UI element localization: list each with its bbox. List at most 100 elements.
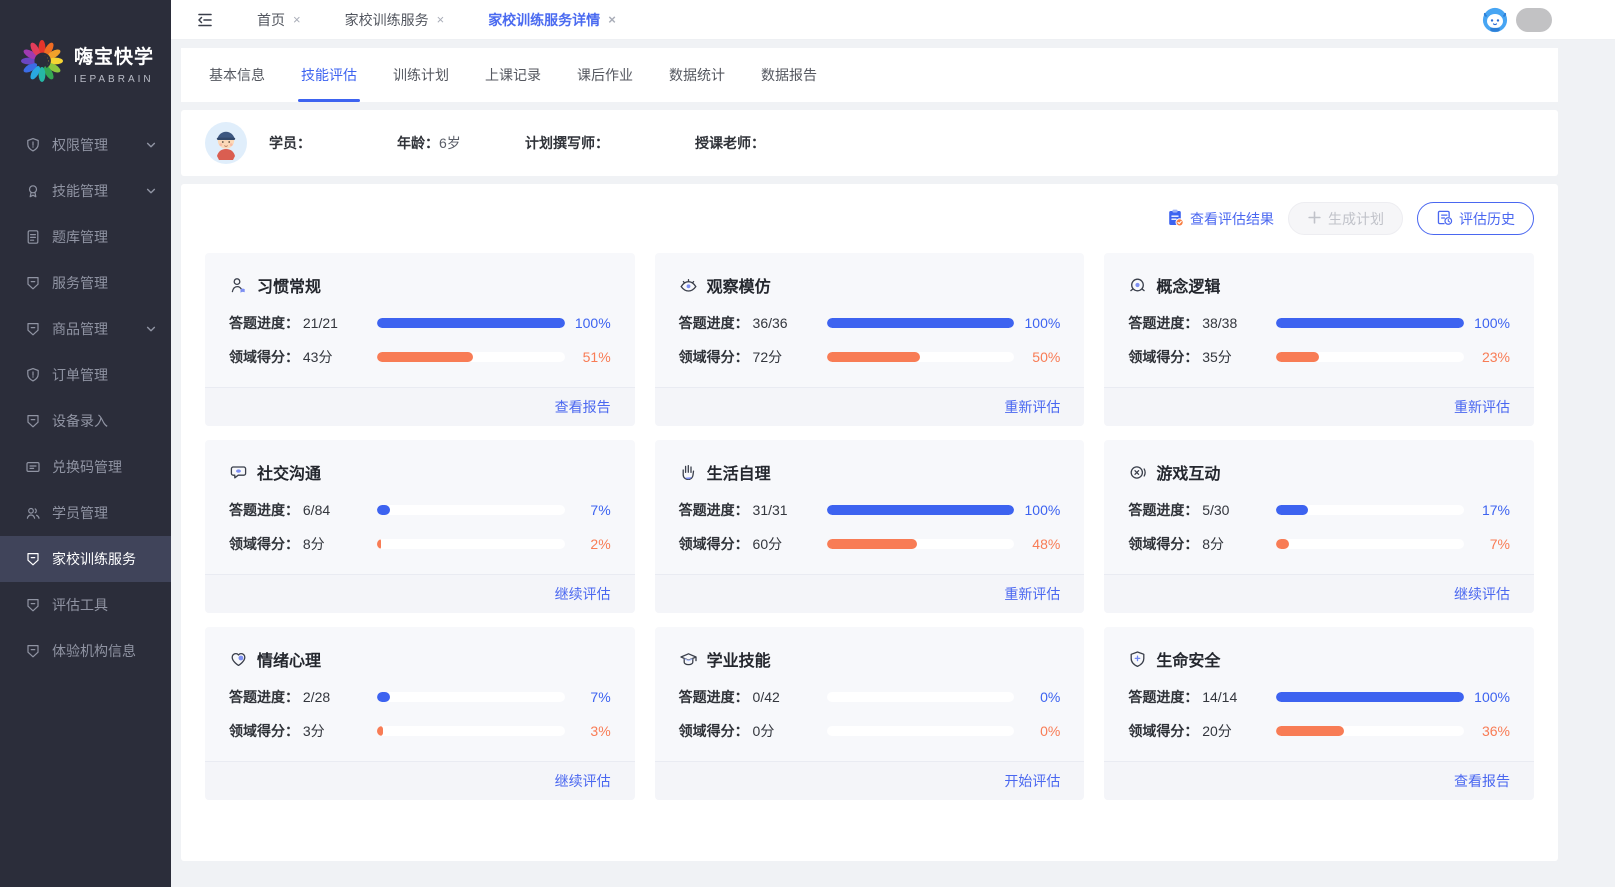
skill-card-footer: 查看报告 bbox=[1104, 761, 1534, 800]
card-action-link[interactable]: 重新评估 bbox=[1004, 586, 1060, 602]
card-action-link[interactable]: 继续评估 bbox=[1454, 586, 1510, 602]
progress-bar-track bbox=[377, 726, 565, 736]
skill-card-body: 生活自理答题进度： 31/31100%领域得分： 60分48% bbox=[655, 440, 1085, 574]
metric-label: 答题进度： 36/36 bbox=[679, 313, 827, 333]
sidebar-item-label: 评估工具 bbox=[52, 595, 157, 615]
skill-card-观察模仿: 观察模仿答题进度： 36/36100%领域得分： 72分50%重新评估 bbox=[655, 253, 1085, 426]
tab-上课记录[interactable]: 上课记录 bbox=[482, 49, 544, 102]
student-field: 授课老师： bbox=[695, 133, 809, 153]
assessment-history-button[interactable]: 评估历史 bbox=[1417, 202, 1534, 235]
sidebar-item-label: 服务管理 bbox=[52, 273, 157, 293]
metric-label: 领域得分： 8分 bbox=[229, 534, 377, 554]
sidebar-item-订单管理[interactable]: 订单管理 bbox=[0, 352, 171, 398]
skill-card-title-row: 概念逻辑 bbox=[1128, 273, 1510, 297]
window-tab-首页[interactable]: 首页× bbox=[257, 10, 301, 30]
tab-数据报告[interactable]: 数据报告 bbox=[758, 49, 820, 102]
card-action-link[interactable]: 开始评估 bbox=[1004, 773, 1060, 789]
sidebar-item-体验机构信息[interactable]: 体验机构信息 bbox=[0, 628, 171, 674]
skill-card-title: 社交沟通 bbox=[257, 460, 321, 484]
card-action-link[interactable]: 查看报告 bbox=[1454, 773, 1510, 789]
sidebar-item-设备录入[interactable]: 设备录入 bbox=[0, 398, 171, 444]
user-avatar[interactable] bbox=[1516, 8, 1552, 32]
close-tab-icon[interactable]: × bbox=[437, 12, 445, 27]
skill-card-body: 社交沟通答题进度： 6/847%领域得分： 8分2% bbox=[205, 440, 635, 574]
student-field-label: 年龄： bbox=[397, 133, 439, 153]
percent-value: 7% bbox=[1464, 536, 1510, 552]
progress-bar-track bbox=[1276, 539, 1464, 549]
collapse-sidebar-icon[interactable] bbox=[195, 10, 215, 30]
skill-card-情绪心理: 情绪心理答题进度： 2/287%领域得分： 3分3%继续评估 bbox=[205, 627, 635, 800]
sidebar-item-商品管理[interactable]: 商品管理 bbox=[0, 306, 171, 352]
metric-label: 领域得分： 43分 bbox=[229, 347, 377, 367]
progress-bar-fill bbox=[377, 318, 565, 328]
sidebar-item-服务管理[interactable]: 服务管理 bbox=[0, 260, 171, 306]
skill-card-社交沟通: 社交沟通答题进度： 6/847%领域得分： 8分2%继续评估 bbox=[205, 440, 635, 613]
sidebar: 嗨宝快学 IEPABRAIN 权限管理技能管理题库管理服务管理商品管理订单管理设… bbox=[0, 0, 171, 887]
topbar-right bbox=[1482, 7, 1552, 33]
progress-bar-fill bbox=[1276, 726, 1344, 736]
progress-bar-track bbox=[827, 318, 1015, 328]
progress-bar-fill bbox=[377, 352, 473, 362]
progress-bar-fill bbox=[1276, 539, 1289, 549]
main-area: 首页× 家校训练服务 × 家校训练服务详情 × bbox=[171, 0, 1615, 887]
metric-label: 领域得分： 72分 bbox=[679, 347, 827, 367]
skill-card-习惯常规: 习惯常规答题进度： 21/21100%领域得分： 43分51%查看报告 bbox=[205, 253, 635, 426]
skill-card-footer: 开始评估 bbox=[655, 761, 1085, 800]
sidebar-item-学员管理[interactable]: 学员管理 bbox=[0, 490, 171, 536]
progress-bar-track bbox=[827, 505, 1015, 515]
metric-label: 答题进度： 14/14 bbox=[1128, 687, 1276, 707]
metric-row: 领域得分： 60分48% bbox=[679, 534, 1061, 554]
mascot-avatar-icon[interactable] bbox=[1482, 7, 1508, 33]
sidebar-item-题库管理[interactable]: 题库管理 bbox=[0, 214, 171, 260]
sidebar-item-兑换码管理[interactable]: 兑换码管理 bbox=[0, 444, 171, 490]
close-tab-icon[interactable]: × bbox=[293, 12, 301, 27]
sidebar-item-label: 体验机构信息 bbox=[52, 641, 157, 661]
window-tab-label: 家校训练服务详情 bbox=[488, 10, 600, 30]
tab-课后作业[interactable]: 课后作业 bbox=[574, 49, 636, 102]
view-assessment-result-link[interactable]: 查看评估结果 bbox=[1166, 208, 1274, 230]
tab-训练计划[interactable]: 训练计划 bbox=[390, 49, 452, 102]
sidebar-item-评估工具[interactable]: 评估工具 bbox=[0, 582, 171, 628]
window-tab-家校训练服务详情[interactable]: 家校训练服务详情 × bbox=[488, 10, 616, 30]
window-tab-家校训练服务[interactable]: 家校训练服务 × bbox=[345, 10, 445, 30]
sidebar-item-label: 设备录入 bbox=[52, 411, 157, 431]
progress-bar-fill bbox=[377, 692, 390, 702]
page: 基本信息技能评估训练计划上课记录课后作业数据统计数据报告 bbox=[181, 48, 1558, 887]
progress-bar-fill bbox=[827, 539, 917, 549]
tab-基本信息[interactable]: 基本信息 bbox=[206, 49, 268, 102]
metric-label: 答题进度： 21/21 bbox=[229, 313, 377, 333]
clipboard-check-icon bbox=[1166, 208, 1185, 230]
card-action-link[interactable]: 查看报告 bbox=[555, 399, 611, 415]
percent-value: 23% bbox=[1464, 349, 1510, 365]
sidebar-item-label: 权限管理 bbox=[52, 135, 145, 155]
person-icon bbox=[229, 276, 248, 295]
metric-label: 领域得分： 3分 bbox=[229, 721, 377, 741]
window-tab-label: 家校训练服务 bbox=[345, 10, 429, 30]
sidebar-item-label: 题库管理 bbox=[52, 227, 157, 247]
card-icon bbox=[25, 459, 41, 475]
card-action-link[interactable]: 继续评估 bbox=[555, 773, 611, 789]
card-action-link[interactable]: 重新评估 bbox=[1454, 399, 1510, 415]
metric-row: 领域得分： 43分51% bbox=[229, 347, 611, 367]
progress-bar-track bbox=[377, 352, 565, 362]
skill-card-body: 概念逻辑答题进度： 38/38100%领域得分： 35分23% bbox=[1104, 253, 1534, 387]
progress-bar-fill bbox=[377, 726, 383, 736]
tab-技能评估[interactable]: 技能评估 bbox=[298, 49, 360, 102]
percent-value: 2% bbox=[565, 536, 611, 552]
users-icon bbox=[25, 505, 41, 521]
sidebar-item-技能管理[interactable]: 技能管理 bbox=[0, 168, 171, 214]
sidebar-item-权限管理[interactable]: 权限管理 bbox=[0, 122, 171, 168]
skill-card-title: 情绪心理 bbox=[257, 647, 321, 671]
card-action-link[interactable]: 继续评估 bbox=[555, 586, 611, 602]
skill-card-title-row: 社交沟通 bbox=[229, 460, 611, 484]
sidebar-item-label: 订单管理 bbox=[52, 365, 157, 385]
card-action-link[interactable]: 重新评估 bbox=[1004, 399, 1060, 415]
skill-card-游戏互动: 游戏互动答题进度： 5/3017%领域得分： 8分7%继续评估 bbox=[1104, 440, 1534, 613]
progress-bar-track bbox=[377, 505, 565, 515]
tab-数据统计[interactable]: 数据统计 bbox=[666, 49, 728, 102]
sidebar-item-家校训练服务[interactable]: 家校训练服务 bbox=[0, 536, 171, 582]
close-tab-icon[interactable]: × bbox=[608, 12, 616, 27]
metric-label: 答题进度： 31/31 bbox=[679, 500, 827, 520]
generate-plan-button[interactable]: 生成计划 bbox=[1288, 202, 1403, 235]
skill-card-footer: 查看报告 bbox=[205, 387, 635, 426]
